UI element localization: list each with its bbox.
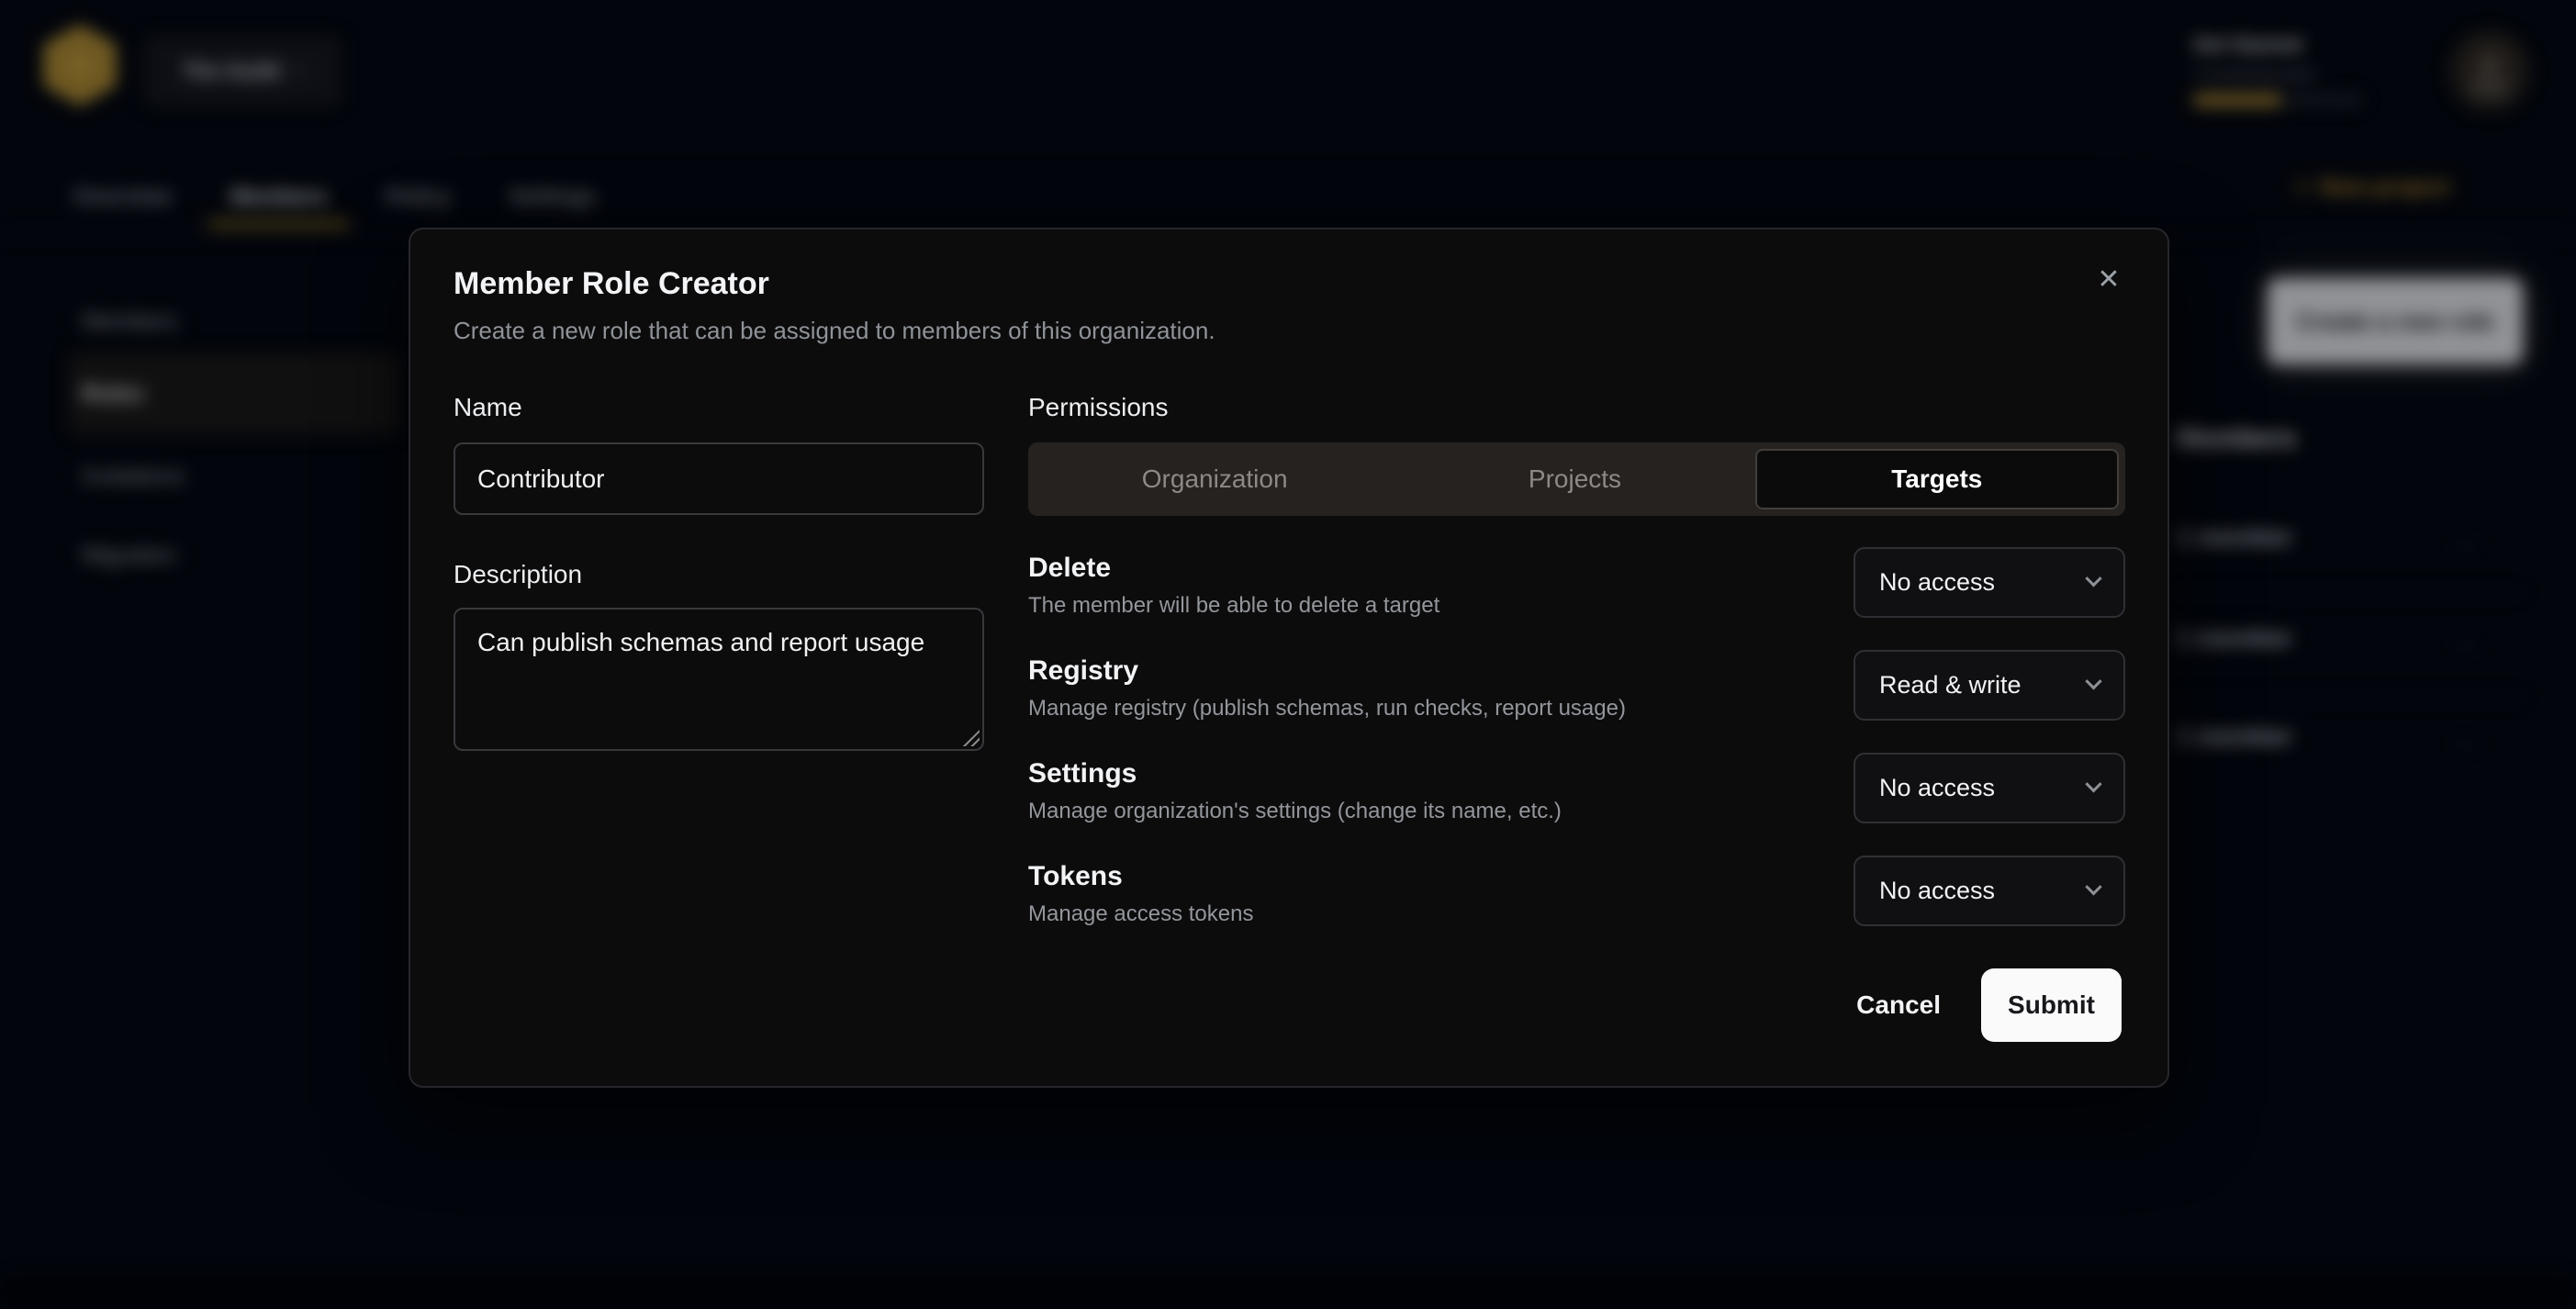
close-icon[interactable]: ✕ [2090, 261, 2127, 297]
dialog-subtitle: Create a new role that can be assigned t… [454, 317, 1215, 345]
permission-row-settings: Settings Manage organization's settings … [1028, 753, 2125, 824]
chevron-down-icon [2085, 878, 2101, 895]
permissions-label: Permissions [1028, 393, 2125, 424]
name-label: Name [454, 393, 984, 424]
permission-text: Delete The member will be able to delete… [1028, 547, 1439, 619]
permission-description: Manage access tokens [1028, 901, 1253, 927]
permission-description: Manage organization's settings (change i… [1028, 799, 1562, 824]
permission-title: Settings [1028, 758, 1562, 789]
settings-access-select[interactable]: No access [1854, 753, 2125, 823]
permission-row-tokens: Tokens Manage access tokens No access [1028, 856, 2125, 927]
submit-button[interactable]: Submit [1981, 968, 2122, 1042]
name-input[interactable] [454, 442, 984, 515]
permission-title: Registry [1028, 655, 1626, 687]
permissions-tab-projects[interactable]: Projects [1394, 449, 1754, 509]
tokens-access-select[interactable]: No access [1854, 856, 2125, 926]
description-label: Description [454, 560, 984, 591]
permission-text: Registry Manage registry (publish schema… [1028, 650, 1626, 722]
dialog-header: Member Role Creator Create a new role th… [454, 266, 1215, 345]
delete-access-select[interactable]: No access [1854, 547, 2125, 618]
chevron-down-icon [2085, 776, 2101, 792]
permission-row-delete: Delete The member will be able to delete… [1028, 547, 2125, 619]
permission-text: Tokens Manage access tokens [1028, 856, 1253, 927]
permission-title: Tokens [1028, 861, 1253, 892]
permission-row-registry: Registry Manage registry (publish schema… [1028, 650, 2125, 722]
permission-title: Delete [1028, 553, 1439, 584]
permissions-column: Permissions Organization Projects Target… [1028, 393, 2125, 927]
cancel-button[interactable]: Cancel [1856, 990, 1941, 1020]
chevron-down-icon [2085, 570, 2101, 587]
permission-description: Manage registry (publish schemas, run ch… [1028, 696, 1626, 722]
permission-text: Settings Manage organization's settings … [1028, 753, 1562, 824]
dialog-actions: Cancel Submit [1856, 968, 2122, 1042]
permissions-tab-targets[interactable]: Targets [1755, 449, 2119, 509]
resize-handle-icon[interactable] [961, 728, 980, 746]
permission-description: The member will be able to delete a targ… [1028, 593, 1439, 619]
permissions-tabstrip: Organization Projects Targets [1028, 442, 2125, 516]
chevron-down-icon [2085, 673, 2101, 689]
registry-access-select[interactable]: Read & write [1854, 650, 2125, 721]
permissions-tab-organization[interactable]: Organization [1035, 449, 1394, 509]
description-textarea[interactable]: Can publish schemas and report usage [454, 608, 984, 751]
role-identity-column: Name Description Can publish schemas and… [454, 393, 984, 751]
member-role-creator-dialog: ✕ Member Role Creator Create a new role … [409, 228, 2169, 1088]
dialog-title: Member Role Creator [454, 266, 1215, 302]
